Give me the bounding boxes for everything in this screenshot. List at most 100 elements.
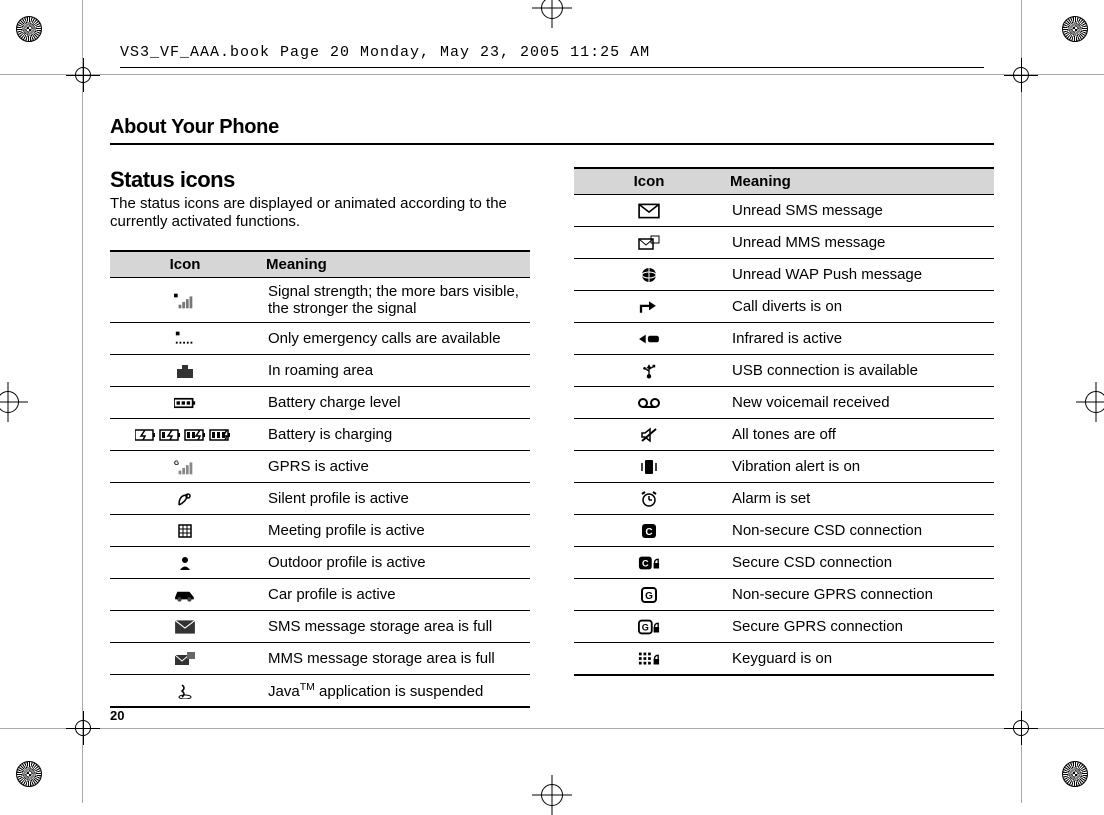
crop-line-icon xyxy=(1021,0,1022,803)
voicemail-icon xyxy=(574,386,724,418)
table-header-meaning: Meaning xyxy=(260,251,530,278)
icon-meaning: All tones are off xyxy=(724,418,994,450)
emergency-icon xyxy=(110,323,260,355)
icon-meaning: JavaTM application is suspended xyxy=(260,675,530,708)
icon-meaning: Battery is charging xyxy=(260,419,530,451)
csd-sec-icon xyxy=(574,546,724,578)
crosshair-icon xyxy=(532,0,572,28)
table-row: Battery is charging xyxy=(110,419,530,451)
table-row: SMS message storage area is full xyxy=(110,611,530,643)
icon-meaning: Call diverts is on xyxy=(724,290,994,322)
keyguard-icon xyxy=(574,642,724,675)
intro-text: The status icons are displayed or animat… xyxy=(110,195,530,233)
crop-line-icon xyxy=(82,0,83,803)
table-row: Unread WAP Push message xyxy=(574,258,994,290)
infrared-icon xyxy=(574,322,724,354)
table-row: Non-secure GPRS connection xyxy=(574,578,994,610)
table-row: Secure GPRS connection xyxy=(574,610,994,642)
csd-icon xyxy=(574,514,724,546)
table-row: New voicemail received xyxy=(574,386,994,418)
crosshair-small-icon xyxy=(1004,58,1038,92)
left-column: Status icons The status icons are displa… xyxy=(110,167,530,709)
table-row: Meeting profile is active xyxy=(110,515,530,547)
table-row: Alarm is set xyxy=(574,482,994,514)
print-header: VS3_VF_AAA.book Page 20 Monday, May 23, … xyxy=(110,44,994,80)
car-icon xyxy=(110,579,260,611)
registration-mark-br-icon xyxy=(1062,761,1088,787)
silent-icon xyxy=(110,483,260,515)
icon-meaning: Meeting profile is active xyxy=(260,515,530,547)
table-row: Secure CSD connection xyxy=(574,546,994,578)
registration-mark-tl-icon xyxy=(16,16,42,42)
section-label: About Your Phone xyxy=(110,80,994,143)
icon-meaning: Silent profile is active xyxy=(260,483,530,515)
crosshair-icon xyxy=(532,775,572,815)
table-row: Silent profile is active xyxy=(110,483,530,515)
usb-icon xyxy=(574,354,724,386)
meeting-icon xyxy=(110,515,260,547)
table-row: JavaTM application is suspended xyxy=(110,675,530,708)
table-row: Non-secure CSD connection xyxy=(574,514,994,546)
table-row: Unread SMS message xyxy=(574,194,994,226)
gprs-icon xyxy=(110,451,260,483)
mute-icon xyxy=(574,418,724,450)
smsfull-icon xyxy=(110,611,260,643)
mmsfull-icon xyxy=(110,643,260,675)
icon-meaning: Keyguard is on xyxy=(724,642,994,675)
crosshair-icon xyxy=(1076,382,1104,422)
table-row: Vibration alert is on xyxy=(574,450,994,482)
table-row: Battery charge level xyxy=(110,387,530,419)
registration-mark-bl-icon xyxy=(16,761,42,787)
table-row: Unread MMS message xyxy=(574,226,994,258)
crosshair-small-icon xyxy=(66,58,100,92)
table-row: USB connection is available xyxy=(574,354,994,386)
table-row: Only emergency calls are available xyxy=(110,323,530,355)
table-header-meaning: Meaning xyxy=(724,168,994,195)
title-rule-icon xyxy=(110,143,994,145)
right-column: Icon Meaning Unread SMS messageUnread MM… xyxy=(574,167,994,709)
icon-meaning: In roaming area xyxy=(260,355,530,387)
print-header-text: VS3_VF_AAA.book Page 20 Monday, May 23, … xyxy=(120,44,650,61)
icon-meaning: SMS message storage area is full xyxy=(260,611,530,643)
table-header-icon: Icon xyxy=(110,251,260,278)
icon-meaning: Non-secure CSD connection xyxy=(724,514,994,546)
icon-meaning: Only emergency calls are available xyxy=(260,323,530,355)
right-icon-table: Icon Meaning Unread SMS messageUnread MM… xyxy=(574,167,994,676)
gprs-conn-icon xyxy=(574,578,724,610)
table-row: Car profile is active xyxy=(110,579,530,611)
registration-mark-tr-icon xyxy=(1062,16,1088,42)
crosshair-small-icon xyxy=(1004,711,1038,745)
icon-meaning: Unread WAP Push message xyxy=(724,258,994,290)
roaming-icon xyxy=(110,355,260,387)
outdoor-icon xyxy=(110,547,260,579)
icon-meaning: Car profile is active xyxy=(260,579,530,611)
table-row: Infrared is active xyxy=(574,322,994,354)
page-content: VS3_VF_AAA.book Page 20 Monday, May 23, … xyxy=(110,44,994,743)
signal-icon xyxy=(110,278,260,323)
battery-icon xyxy=(110,387,260,419)
icon-meaning: New voicemail received xyxy=(724,386,994,418)
divert-icon xyxy=(574,290,724,322)
crosshair-small-icon xyxy=(66,711,100,745)
crosshair-icon xyxy=(0,382,28,422)
table-row: In roaming area xyxy=(110,355,530,387)
page-number: 20 xyxy=(110,708,124,723)
java-icon xyxy=(110,675,260,708)
icon-meaning: GPRS is active xyxy=(260,451,530,483)
icon-meaning: Unread MMS message xyxy=(724,226,994,258)
icon-meaning: Secure CSD connection xyxy=(724,546,994,578)
icon-meaning: Alarm is set xyxy=(724,482,994,514)
icon-meaning: Signal strength; the more bars visible, … xyxy=(260,278,530,323)
sms-icon xyxy=(574,194,724,226)
mms-icon xyxy=(574,226,724,258)
table-header-icon: Icon xyxy=(574,168,724,195)
table-row: GPRS is active xyxy=(110,451,530,483)
vibrate-icon xyxy=(574,450,724,482)
icon-meaning: Battery charge level xyxy=(260,387,530,419)
icon-meaning: Unread SMS message xyxy=(724,194,994,226)
table-row: Outdoor profile is active xyxy=(110,547,530,579)
charging-icon xyxy=(110,419,260,451)
table-row: Signal strength; the more bars visible, … xyxy=(110,278,530,323)
status-icons-heading: Status icons xyxy=(110,167,530,193)
table-row: Keyguard is on xyxy=(574,642,994,675)
